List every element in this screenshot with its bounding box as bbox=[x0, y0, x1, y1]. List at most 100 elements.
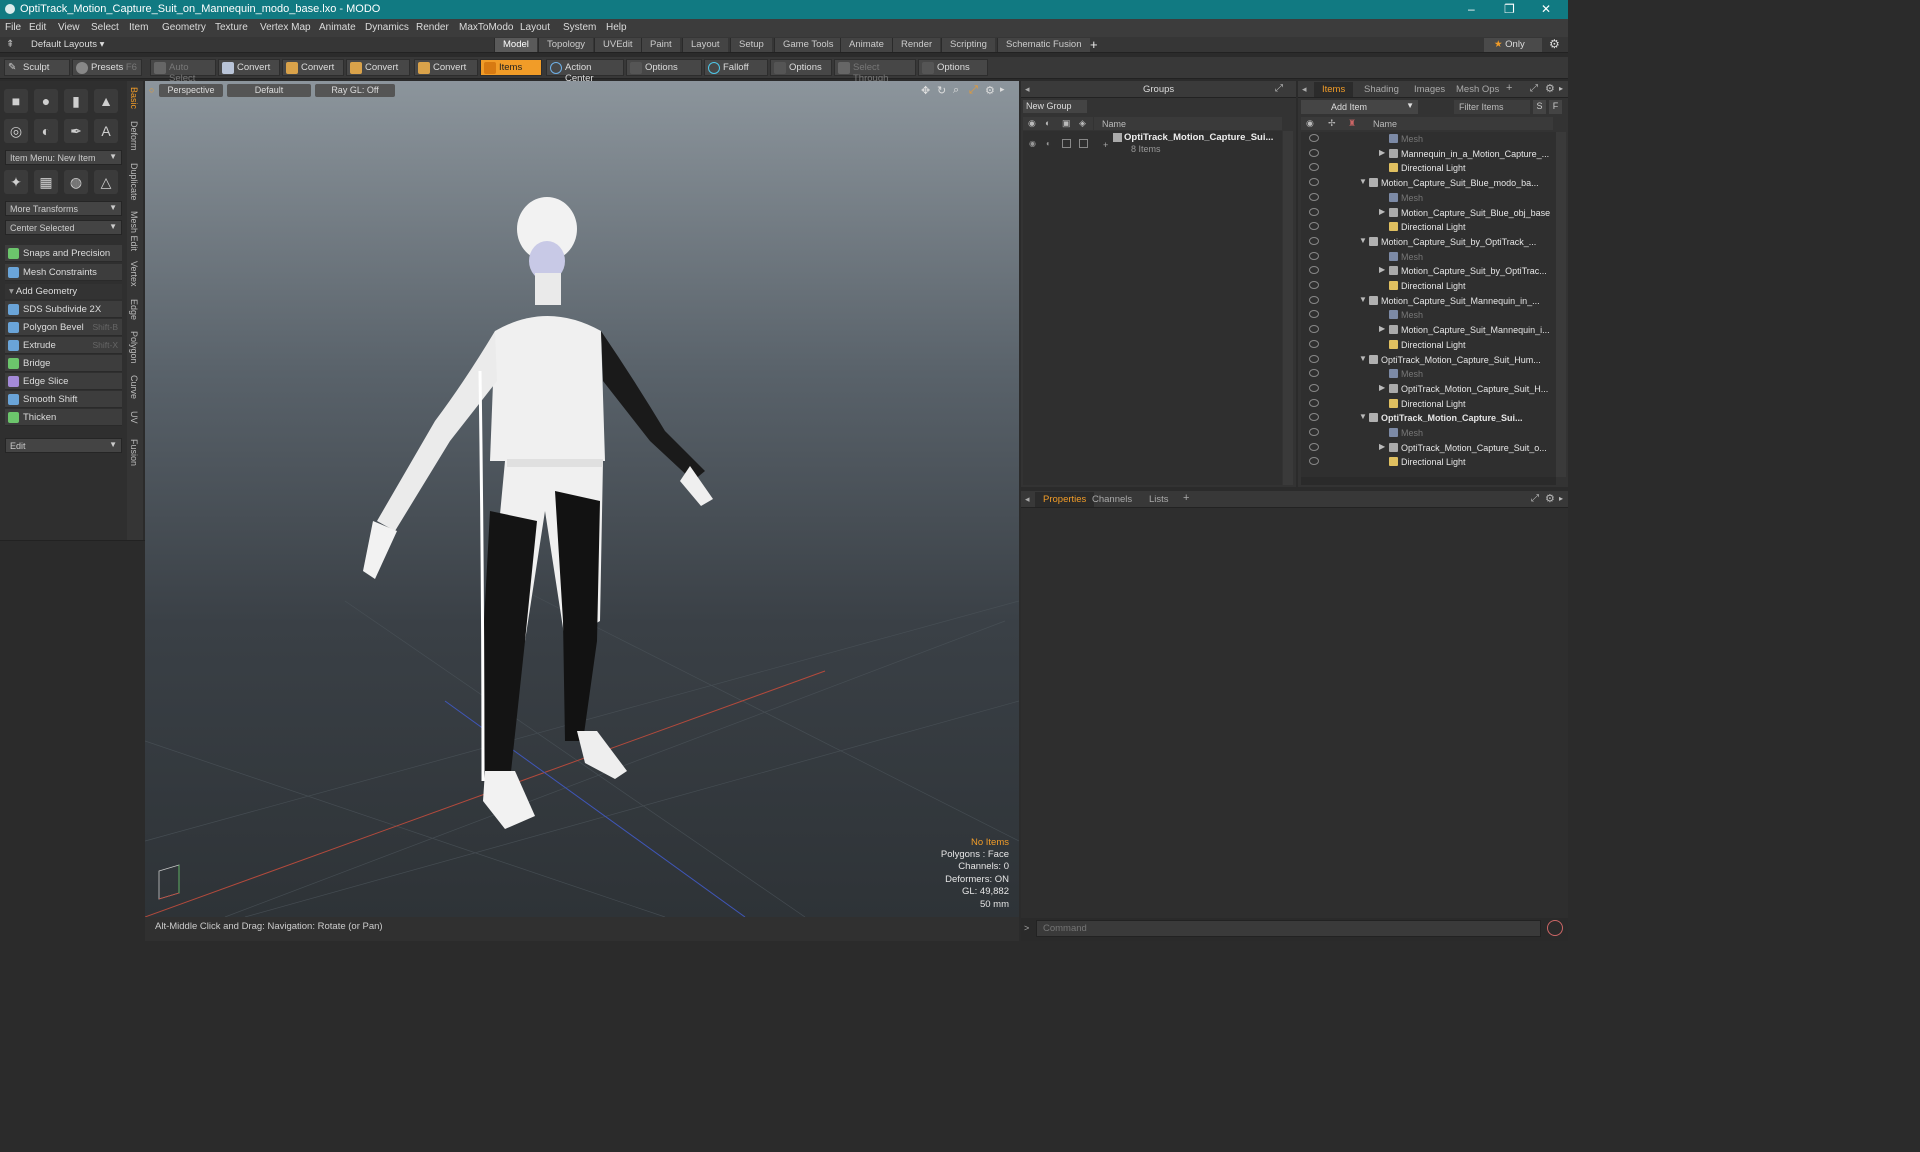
mesh-constraints-button[interactable]: Mesh Constraints bbox=[5, 264, 122, 281]
tab-paint[interactable]: Paint bbox=[641, 38, 680, 52]
add-item-button[interactable]: Add Item ▼ bbox=[1301, 100, 1418, 114]
item-row[interactable]: Mesh bbox=[1301, 250, 1556, 265]
convert-edges-button[interactable]: Convert bbox=[282, 59, 344, 76]
tab-channels[interactable]: Channels bbox=[1092, 494, 1132, 505]
item-row[interactable]: Directional Light bbox=[1301, 279, 1556, 294]
expand-triangle-icon[interactable]: ▶ bbox=[1379, 383, 1385, 392]
eye-icon[interactable] bbox=[1309, 310, 1319, 319]
more-transforms-dropdown[interactable]: More Transforms ▼ bbox=[5, 201, 122, 216]
sphere-icon[interactable]: ● bbox=[34, 89, 58, 113]
eye-icon[interactable] bbox=[1309, 325, 1319, 334]
tab-render[interactable]: Render bbox=[892, 38, 941, 52]
menu-render[interactable]: Render bbox=[416, 22, 449, 33]
item-row[interactable]: Mesh bbox=[1301, 426, 1556, 441]
tab-uvedit[interactable]: UVEdit bbox=[594, 38, 641, 52]
tab-animate[interactable]: Animate bbox=[840, 38, 892, 52]
group-visibility-eye-icon[interactable]: ◉ bbox=[1029, 139, 1036, 148]
sculpt-button[interactable]: ✎ Sculpt bbox=[4, 59, 70, 76]
cylinder-icon[interactable]: ▮ bbox=[64, 89, 88, 113]
only-toggle[interactable]: ★ Only bbox=[1484, 38, 1542, 52]
falloff-button[interactable]: Falloff bbox=[704, 59, 768, 76]
eye-icon[interactable] bbox=[1309, 236, 1319, 245]
tab-properties[interactable]: Properties bbox=[1035, 492, 1095, 507]
action-center-options-button[interactable]: Options bbox=[626, 59, 702, 76]
render-icon[interactable]: ✢ bbox=[1328, 118, 1336, 129]
vtab-basic[interactable]: Basic bbox=[129, 87, 139, 109]
select-options-button[interactable]: Options bbox=[918, 59, 988, 76]
capsule-icon[interactable]: ◐ bbox=[34, 119, 58, 143]
gear-icon[interactable]: ⚙ bbox=[1549, 37, 1560, 51]
menu-geometry[interactable]: Geometry bbox=[162, 22, 206, 33]
grid-icon[interactable]: ▦ bbox=[34, 170, 58, 194]
eye-icon[interactable] bbox=[1309, 281, 1319, 289]
action-center-button[interactable]: Action Center bbox=[546, 59, 624, 84]
item-row[interactable]: ▼ OptiTrack_Motion_Capture_Suit_Hum... bbox=[1301, 353, 1556, 368]
expand-icon[interactable]: ⤢ bbox=[1531, 493, 1539, 504]
eye-icon[interactable] bbox=[1309, 369, 1319, 378]
items-scrollbar[interactable] bbox=[1556, 132, 1566, 477]
menu-maxtomodo[interactable]: MaxToModo bbox=[459, 22, 513, 33]
lock-icon[interactable]: ♜ bbox=[1348, 118, 1356, 129]
expand-icon[interactable]: ⤢ bbox=[1530, 83, 1538, 94]
gear-icon[interactable]: ⚙ bbox=[1545, 82, 1555, 95]
lock-icon[interactable]: ▣ bbox=[1062, 118, 1071, 129]
add-tab-button[interactable]: + bbox=[1090, 37, 1098, 52]
tab-scripting[interactable]: Scripting bbox=[941, 38, 995, 52]
bridge-button[interactable]: Bridge bbox=[5, 355, 122, 372]
smooth-shift-button[interactable]: Smooth Shift bbox=[5, 391, 122, 408]
eye-icon[interactable]: ◉ bbox=[1028, 118, 1036, 129]
presets-button[interactable]: Presets F6 bbox=[72, 59, 142, 76]
tab-topology[interactable]: Topology bbox=[538, 38, 594, 52]
auto-select-button[interactable]: Auto Select bbox=[150, 59, 216, 84]
pen-icon[interactable]: ✒ bbox=[64, 119, 88, 143]
group-select-checkbox[interactable] bbox=[1079, 139, 1088, 148]
expand-triangle-icon[interactable]: ▶ bbox=[1379, 442, 1385, 451]
3d-viewport[interactable]: ○ Perspective Default Ray GL: Off ✥ ↻ ⌕ … bbox=[145, 81, 1019, 917]
vtab-edge[interactable]: Edge bbox=[129, 299, 139, 320]
item-row[interactable]: Mesh bbox=[1301, 191, 1556, 206]
eye-icon[interactable] bbox=[1309, 398, 1319, 407]
eye-icon[interactable] bbox=[1309, 222, 1319, 231]
collapse-triangle-icon[interactable]: ▼ bbox=[1359, 295, 1367, 304]
menu-layout[interactable]: Layout bbox=[520, 22, 550, 33]
panel-more-icon[interactable]: ▸ bbox=[1559, 84, 1563, 93]
expand-plus-icon[interactable]: + bbox=[1103, 140, 1108, 150]
cone-icon[interactable]: ▲ bbox=[94, 89, 118, 113]
panel-menu-icon[interactable]: ◂ bbox=[1302, 84, 1307, 95]
command-input[interactable] bbox=[1036, 920, 1541, 937]
item-row[interactable]: ▼ Motion_Capture_Suit_Mannequin_in_... bbox=[1301, 294, 1556, 309]
eye-icon[interactable] bbox=[1309, 134, 1319, 142]
falloff-options-button[interactable]: Options bbox=[770, 59, 832, 76]
expand-triangle-icon[interactable]: ▶ bbox=[1379, 324, 1385, 333]
torus-icon[interactable]: ◎ bbox=[4, 119, 28, 143]
gear-icon[interactable]: ⚙ bbox=[1545, 492, 1555, 505]
convert-polygons-button[interactable]: Convert bbox=[346, 59, 410, 76]
eye-icon[interactable] bbox=[1309, 163, 1319, 172]
group-render-icon[interactable]: ◐ bbox=[1046, 139, 1051, 148]
item-row[interactable]: ▶ OptiTrack_Motion_Capture_Suit_H... bbox=[1301, 382, 1556, 397]
polygon-bevel-button[interactable]: Polygon Bevel Shift-B bbox=[5, 319, 122, 336]
item-row[interactable]: ▶ Motion_Capture_Suit_Blue_obj_base bbox=[1301, 206, 1556, 221]
filter-items-input[interactable]: Filter Items bbox=[1454, 100, 1530, 114]
item-row[interactable]: ▶ OptiTrack_Motion_Capture_Suit_o... bbox=[1301, 441, 1556, 456]
item-row[interactable]: Directional Light bbox=[1301, 455, 1556, 470]
vtab-duplicate[interactable]: Duplicate bbox=[129, 163, 139, 201]
vtab-vertex[interactable]: Vertex bbox=[129, 261, 139, 287]
items-hscrollbar[interactable] bbox=[1301, 477, 1556, 485]
expand-triangle-icon[interactable]: ▶ bbox=[1379, 207, 1385, 216]
tab-mesh-ops[interactable]: Mesh Ops bbox=[1456, 84, 1499, 95]
center-selected-dropdown[interactable]: Center Selected ▼ bbox=[5, 220, 122, 235]
item-row[interactable]: ▶ Mannequin_in_a_Motion_Capture_... bbox=[1301, 147, 1556, 162]
eye-icon[interactable] bbox=[1309, 339, 1319, 348]
select-through-button[interactable]: Select Through bbox=[834, 59, 916, 84]
eye-icon[interactable]: ◉ bbox=[1306, 118, 1314, 129]
filter-s-button[interactable]: S bbox=[1533, 100, 1546, 114]
vtab-curve[interactable]: Curve bbox=[129, 375, 139, 399]
eye-icon[interactable] bbox=[1309, 148, 1319, 157]
panel-menu-icon[interactable]: ◂ bbox=[1025, 494, 1030, 505]
item-row[interactable]: ▼ Motion_Capture_Suit_Blue_modo_ba... bbox=[1301, 176, 1556, 191]
extrude-button[interactable]: Extrude Shift-X bbox=[5, 337, 122, 354]
tab-items[interactable]: Items bbox=[1314, 82, 1354, 97]
eye-icon[interactable] bbox=[1309, 192, 1319, 201]
tab-layout[interactable]: Layout bbox=[682, 38, 728, 52]
